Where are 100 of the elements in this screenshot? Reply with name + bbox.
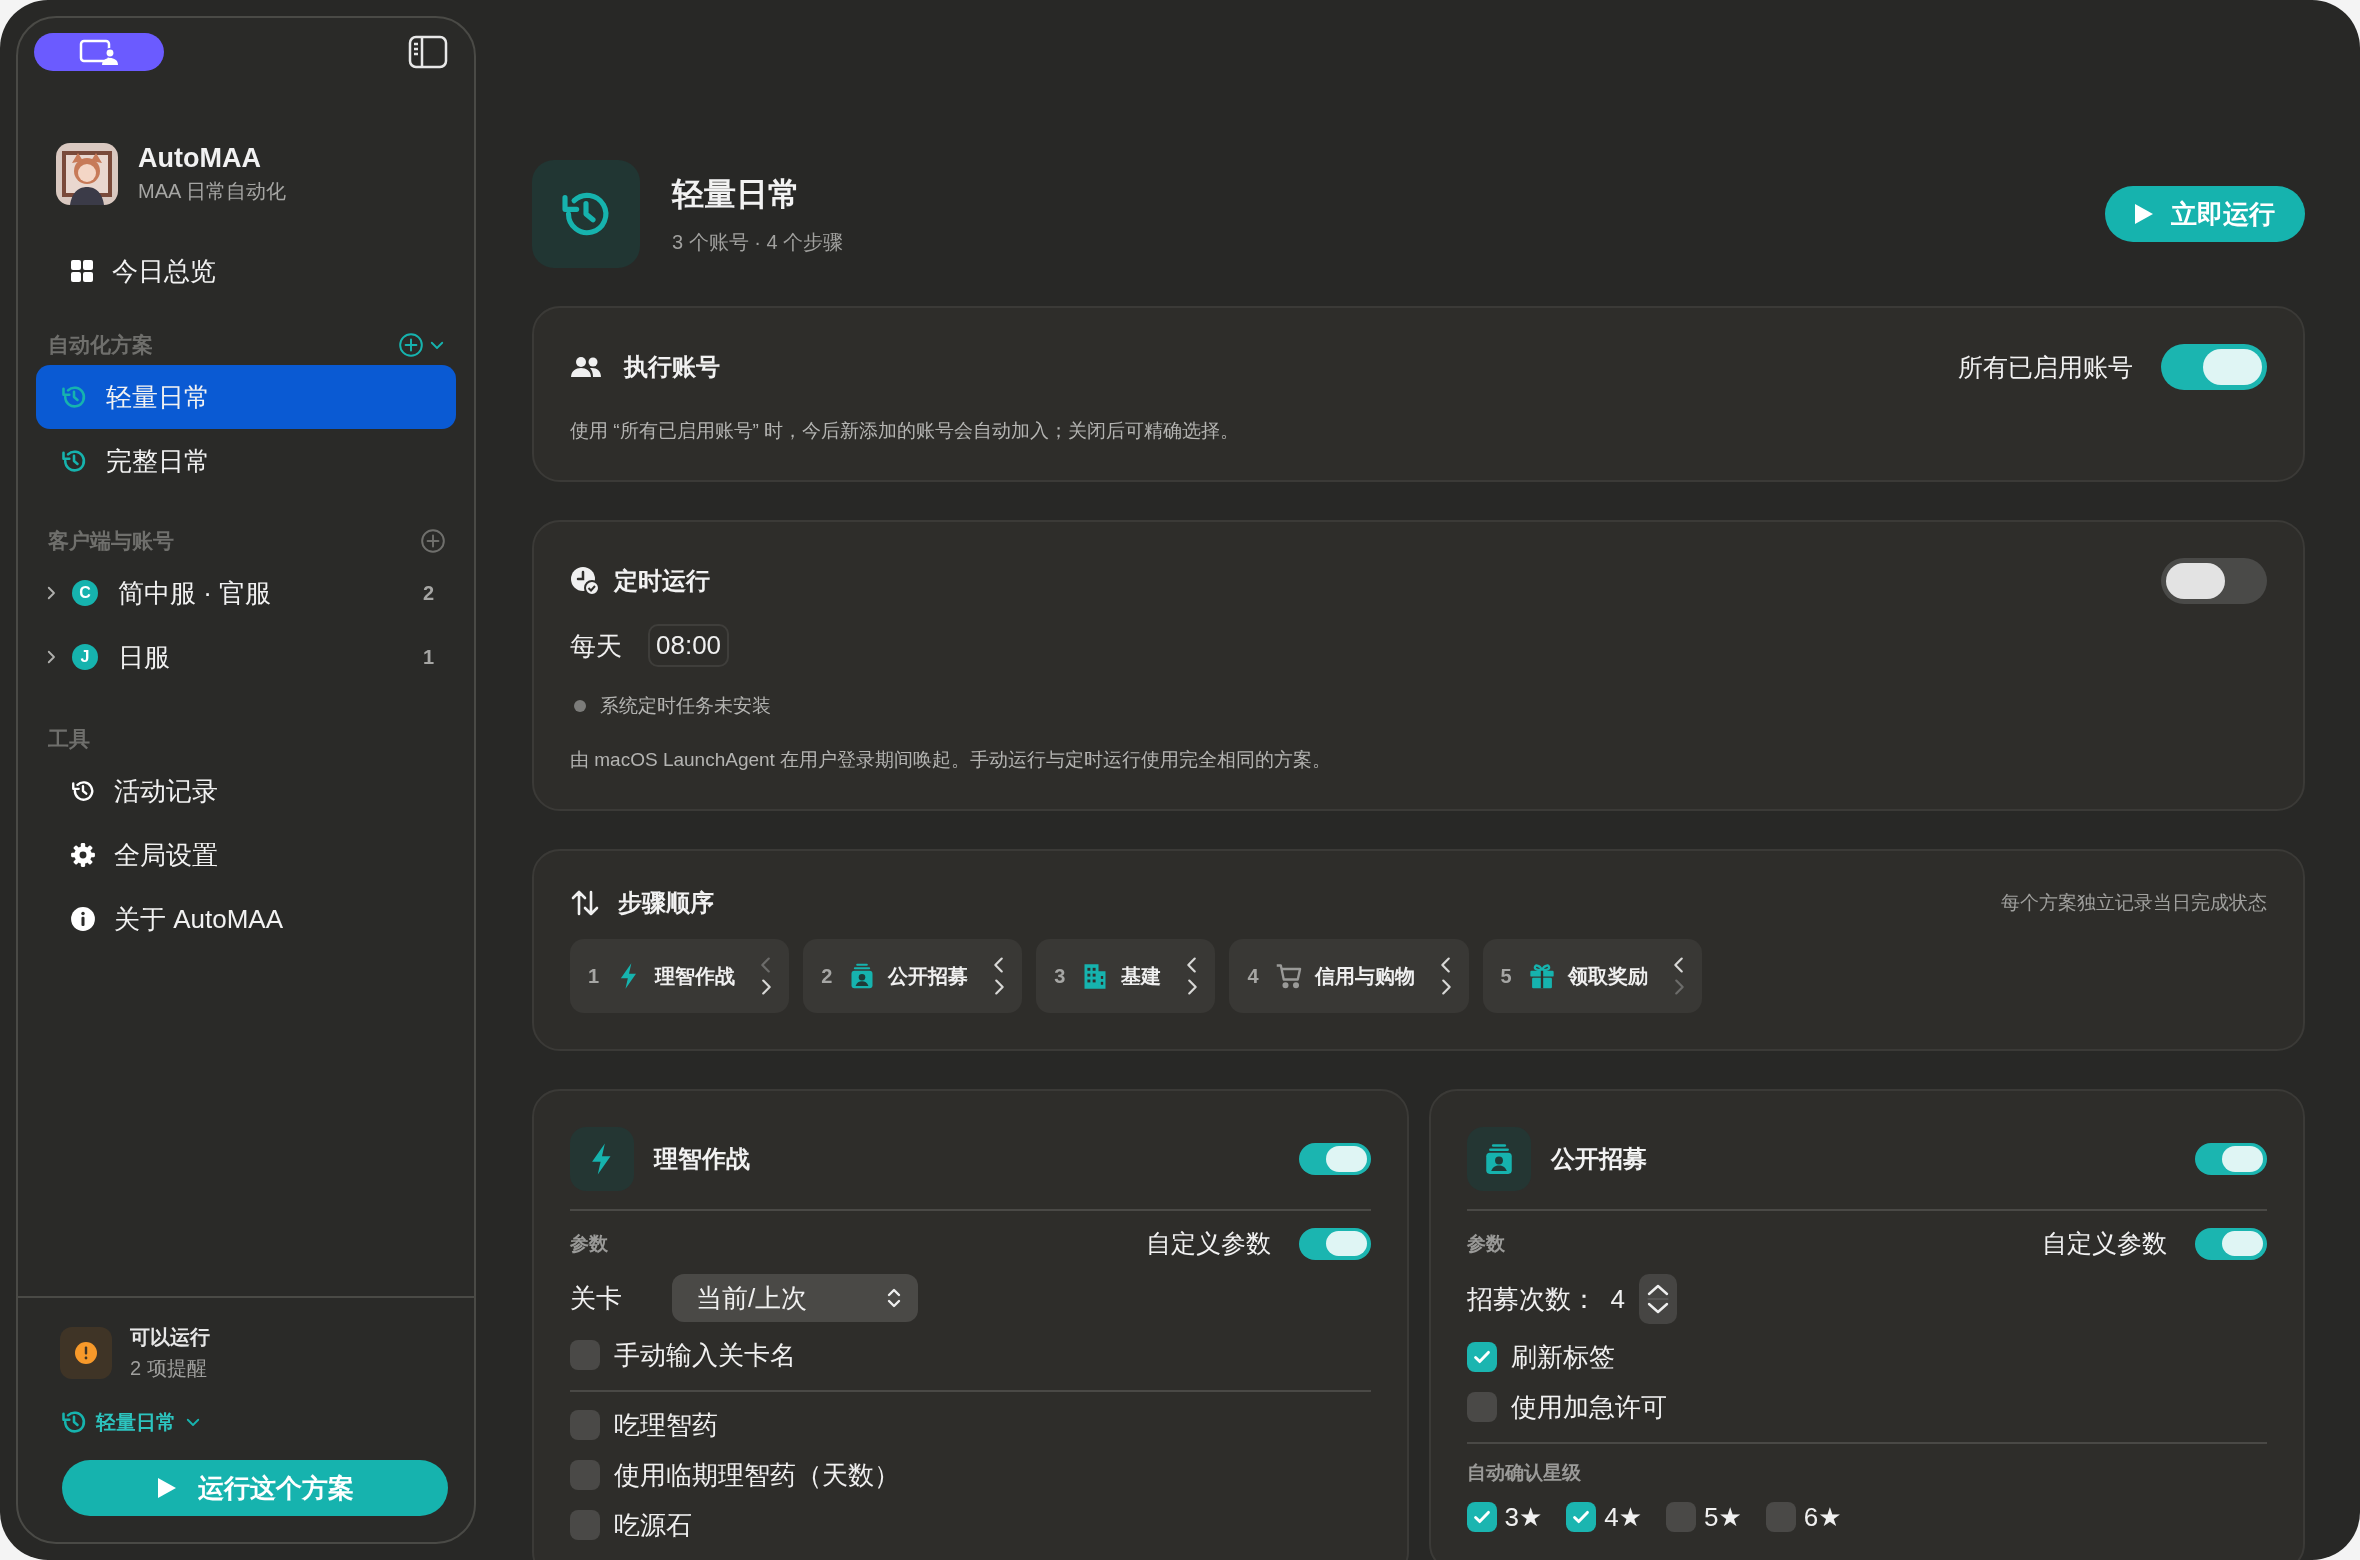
app-name: AutoMAA bbox=[138, 143, 262, 174]
card-title: 理智作战 bbox=[654, 1144, 750, 1174]
section-title: 工具 bbox=[48, 726, 90, 752]
grid-icon bbox=[70, 259, 94, 283]
sidebar-item[interactable]: 全局设置 bbox=[36, 823, 456, 887]
checkbox-label: 5★ bbox=[1704, 1501, 1742, 1534]
app-subtitle: MAA 日常自动化 bbox=[138, 179, 286, 204]
time-field[interactable]: 08:00 bbox=[648, 624, 730, 667]
checkbox-label: 吃源石 bbox=[614, 1509, 692, 1542]
checkbox[interactable] bbox=[1466, 1502, 1497, 1532]
gift-icon bbox=[1527, 962, 1556, 990]
page-subtitle: 3 个账号 · 4 个步骤 bbox=[672, 229, 844, 255]
info-icon bbox=[70, 906, 96, 932]
plan-picker[interactable]: 轻量日常 bbox=[60, 1408, 202, 1436]
checkbox-label: 4★ bbox=[1604, 1501, 1643, 1534]
toggle-switch[interactable] bbox=[1298, 1227, 1371, 1260]
section-label: 自动确认星级 bbox=[1466, 1461, 1582, 1485]
checkbox-label: 6★ bbox=[1803, 1501, 1842, 1534]
client-badge: J bbox=[72, 644, 98, 670]
step-number: 1 bbox=[588, 964, 600, 988]
stepper[interactable] bbox=[1638, 1274, 1677, 1324]
sidebar-item[interactable]: 今日总览 bbox=[36, 239, 456, 303]
sort-icon bbox=[570, 888, 600, 918]
card-note: 每个方案独立记录当日完成状态 bbox=[2001, 891, 2267, 915]
client-name: 简中服 · 官服 bbox=[118, 576, 272, 610]
step-number: 5 bbox=[1500, 964, 1512, 988]
step-chip[interactable]: 5 领取奖励 bbox=[1482, 939, 1702, 1013]
step-chip[interactable]: 4 信用与购物 bbox=[1229, 939, 1469, 1013]
sidebar-item[interactable]: 关于 AutoMAA bbox=[36, 887, 456, 951]
card-title: 公开招募 bbox=[1550, 1144, 1647, 1174]
section-title: 客户端与账号 bbox=[48, 528, 174, 554]
sidebar-item[interactable]: 活动记录 bbox=[36, 759, 456, 823]
card-note: 使用 “所有已启用账号” 时，今后新添加的账号会自动加入；关闭后可精确选择。 bbox=[570, 419, 1241, 443]
checkbox[interactable] bbox=[1566, 1502, 1597, 1532]
checkbox[interactable] bbox=[1466, 1392, 1497, 1422]
step-name: 基建 bbox=[1121, 963, 1162, 989]
schedule-status: 系统定时任务未安装 bbox=[600, 694, 771, 718]
status-title: 可以运行 bbox=[130, 1325, 210, 1350]
step-chip[interactable]: 1 理智作战 bbox=[570, 939, 790, 1013]
checkbox[interactable] bbox=[1765, 1502, 1796, 1532]
toggle-switch[interactable] bbox=[2161, 344, 2267, 390]
add-icon[interactable] bbox=[420, 528, 446, 554]
checkbox[interactable] bbox=[570, 1460, 600, 1490]
sidebar-toggle-icon[interactable] bbox=[408, 35, 448, 69]
checkbox[interactable] bbox=[570, 1340, 600, 1370]
sidebar-item[interactable]: C 简中服 · 官服 2 bbox=[36, 561, 456, 625]
checkbox-label: 刷新标签 bbox=[1510, 1341, 1615, 1374]
status-subtitle: 2 项提醒 bbox=[130, 1356, 208, 1381]
stage-dropdown[interactable]: 当前/上次 bbox=[672, 1274, 918, 1322]
step-name: 理智作战 bbox=[655, 963, 736, 989]
sidebar-item[interactable]: J 日服 1 bbox=[36, 625, 456, 689]
play-icon bbox=[156, 1476, 178, 1500]
card-title: 步骤顺序 bbox=[618, 888, 714, 918]
checkbox-label: 手动输入关卡名 bbox=[614, 1339, 796, 1372]
checkbox[interactable] bbox=[570, 1410, 600, 1440]
step-name: 信用与购物 bbox=[1314, 963, 1415, 989]
play-icon bbox=[2133, 202, 2155, 226]
step-name: 领取奖励 bbox=[1567, 963, 1648, 989]
step-number: 4 bbox=[1247, 964, 1259, 988]
history-icon bbox=[60, 447, 88, 475]
frequency-label: 每天 bbox=[570, 629, 622, 663]
toggle-switch[interactable] bbox=[2195, 1227, 2267, 1260]
add-icon[interactable] bbox=[398, 332, 424, 358]
card-note: 由 macOS LaunchAgent 在用户登录期间唤起。手动运行与定时运行使用完全相同的方案。 bbox=[570, 748, 1333, 772]
people-icon bbox=[570, 355, 602, 379]
client-badge: C bbox=[72, 580, 98, 606]
checkbox-label: 3★ bbox=[1504, 1501, 1543, 1534]
toggle-label: 自定义参数 bbox=[2042, 1228, 2167, 1259]
checkbox[interactable] bbox=[570, 1510, 600, 1540]
warning-icon bbox=[74, 1341, 98, 1365]
toggle-switch[interactable] bbox=[2161, 558, 2267, 604]
toggle-label: 所有已启用账号 bbox=[1958, 351, 2133, 383]
section-title: 自动化方案 bbox=[48, 332, 153, 358]
field-value: 4 bbox=[1610, 1283, 1625, 1316]
field-label: 招募次数： bbox=[1466, 1283, 1597, 1316]
status-dot bbox=[574, 700, 586, 712]
checkbox[interactable] bbox=[1666, 1502, 1697, 1532]
history-icon bbox=[60, 383, 88, 411]
checkbox-label: 使用临期理智药（天数） bbox=[614, 1459, 900, 1492]
page-title: 轻量日常 bbox=[672, 174, 801, 214]
step-chip[interactable]: 3 基建 bbox=[1036, 939, 1216, 1013]
sidebar-item[interactable]: 完整日常 bbox=[36, 429, 456, 493]
screen-person-icon bbox=[79, 39, 119, 65]
account-switch-button[interactable] bbox=[34, 33, 164, 71]
account-count: 2 bbox=[422, 581, 434, 605]
step-name: 公开招募 bbox=[888, 963, 969, 989]
checkbox-label: 吃理智药 bbox=[614, 1409, 718, 1442]
card-title: 定时运行 bbox=[614, 566, 710, 596]
toggle-label: 自定义参数 bbox=[1145, 1228, 1271, 1259]
clock-check-icon bbox=[570, 566, 600, 596]
step-chip[interactable]: 2 公开招募 bbox=[803, 939, 1023, 1013]
toggle-switch[interactable] bbox=[1298, 1143, 1371, 1175]
history-icon bbox=[60, 1408, 88, 1436]
history-icon bbox=[70, 778, 96, 804]
checkbox[interactable] bbox=[1466, 1342, 1497, 1372]
section-label: 参数 bbox=[1466, 1231, 1505, 1256]
client-name: 日服 bbox=[118, 640, 170, 674]
sidebar-item[interactable]: 轻量日常 bbox=[36, 365, 456, 429]
toggle-switch[interactable] bbox=[2195, 1143, 2267, 1175]
section-label: 参数 bbox=[570, 1231, 608, 1256]
